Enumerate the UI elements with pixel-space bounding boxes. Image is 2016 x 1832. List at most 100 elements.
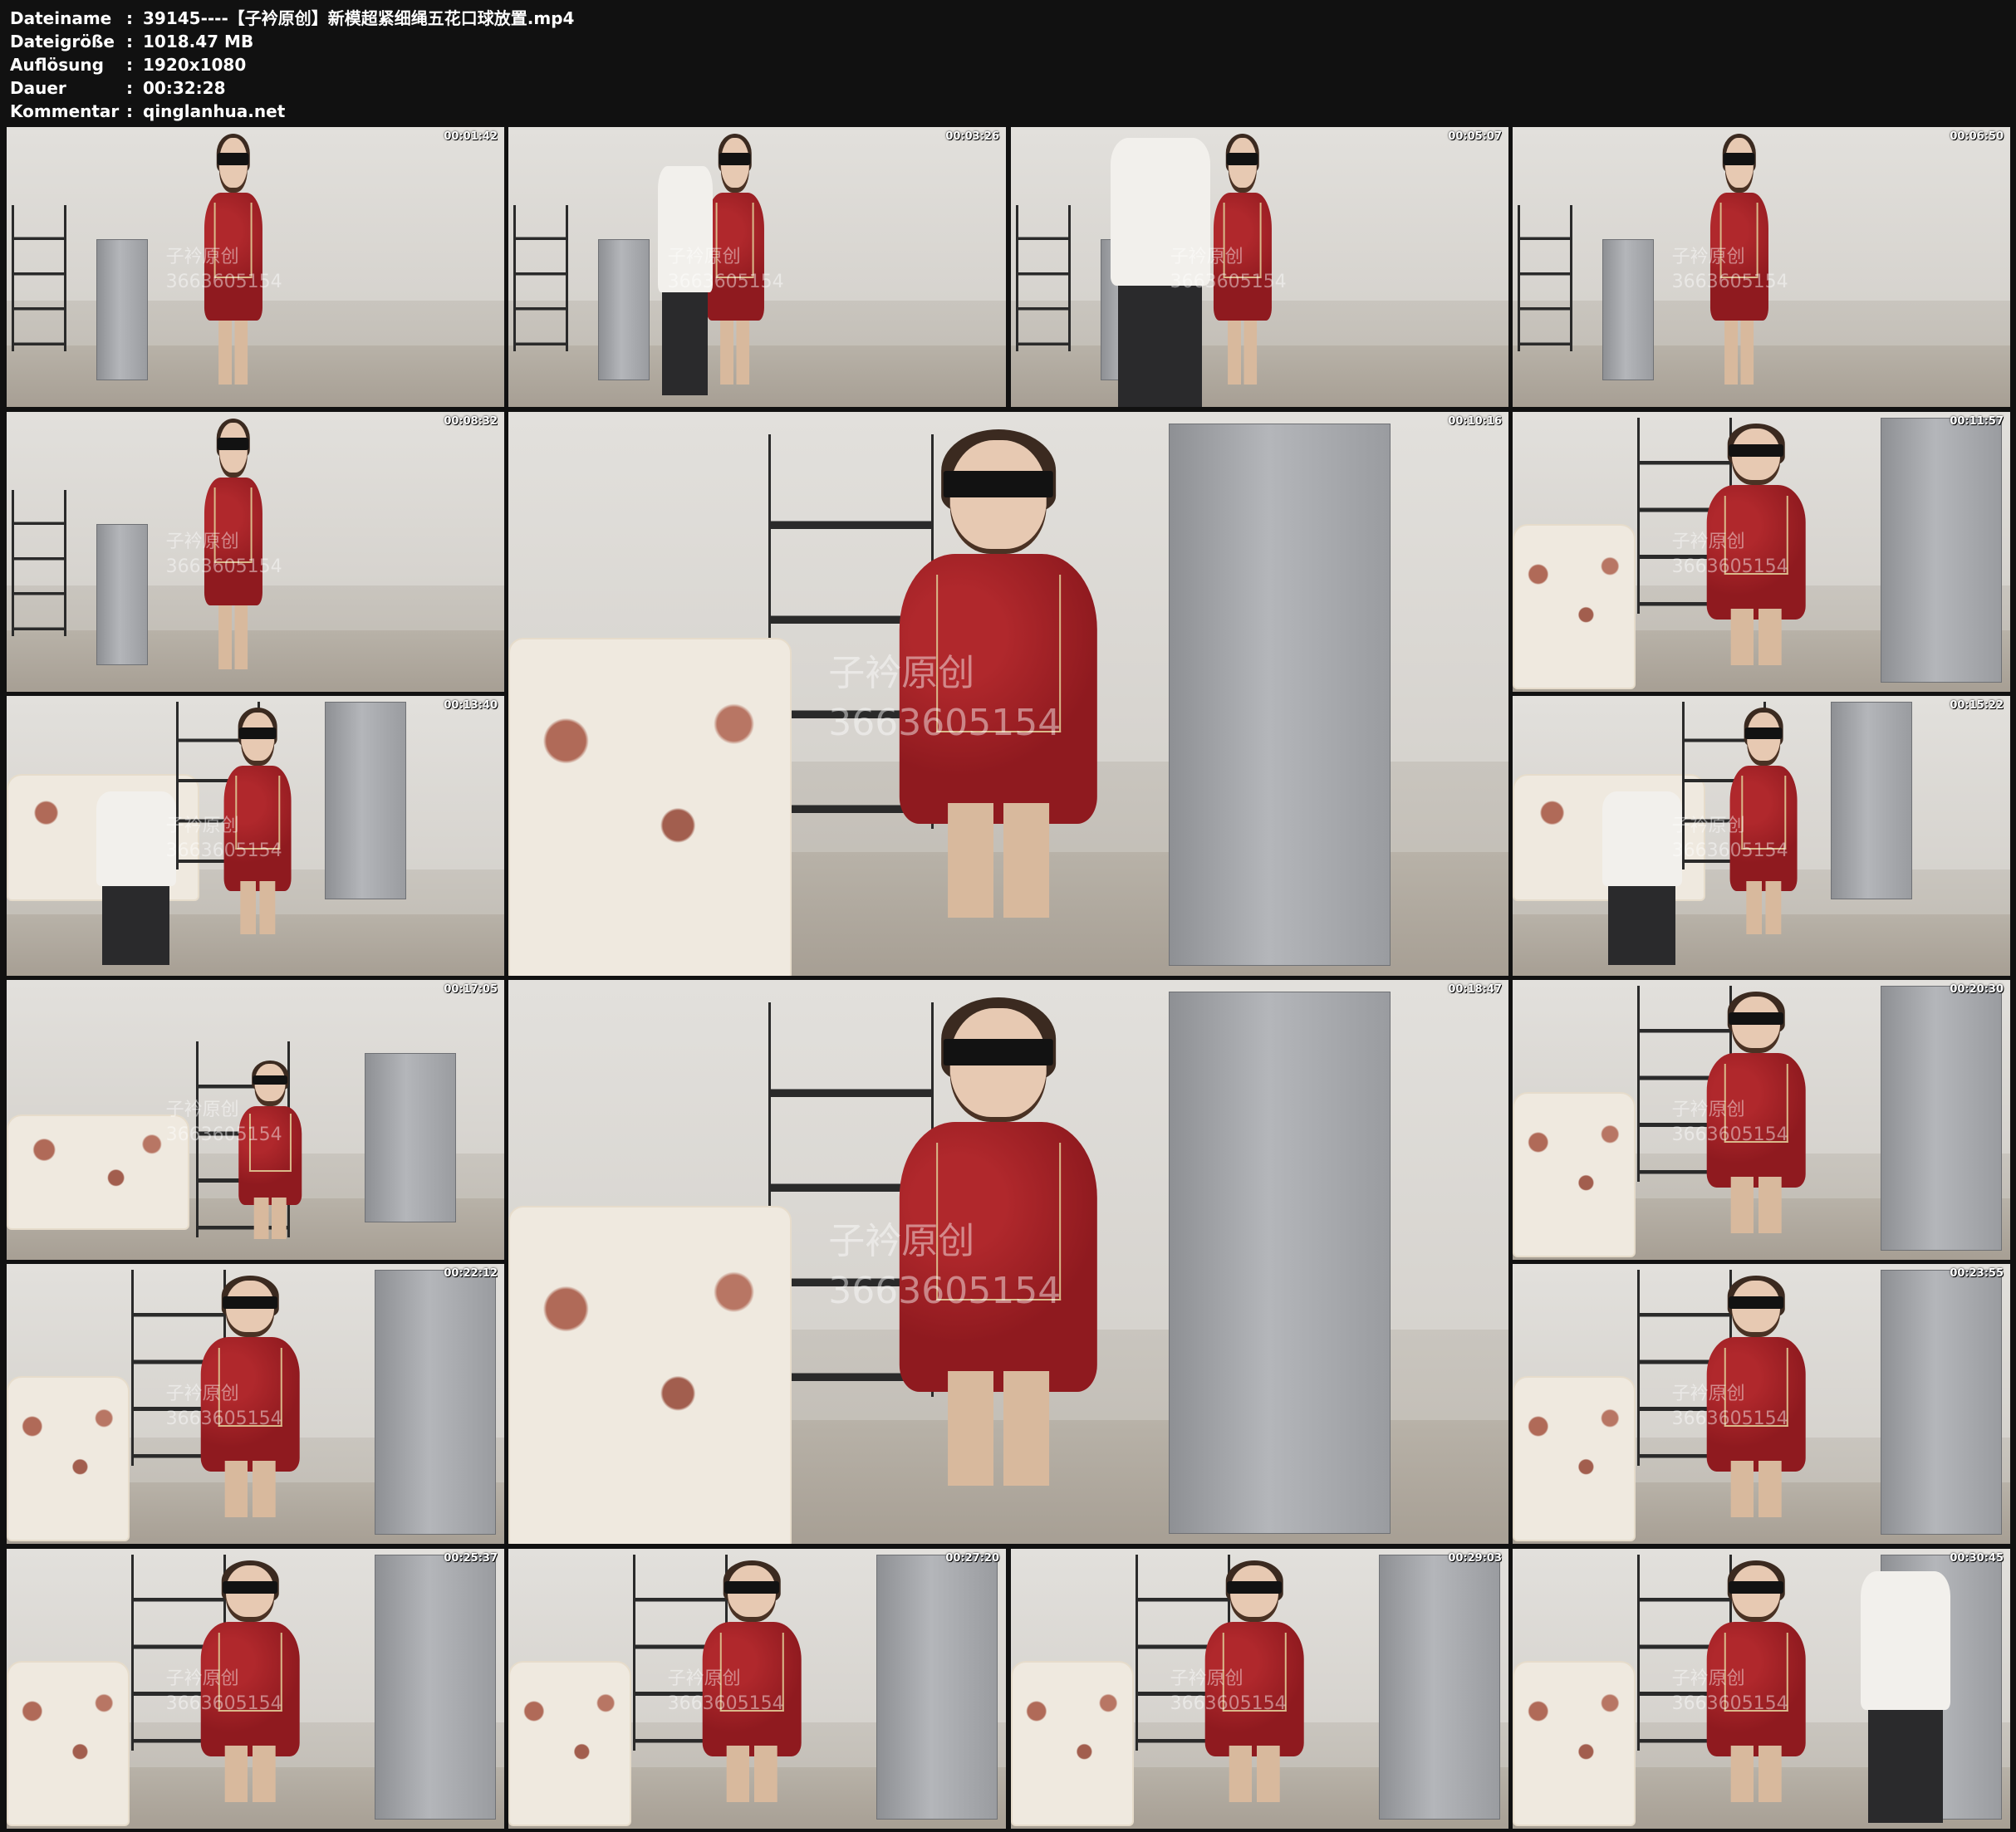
figure-head (728, 1565, 777, 1623)
video-thumbnail: 子衿原创 3663605154 00:18:47 (508, 980, 1508, 1544)
figure-head (1732, 1565, 1781, 1623)
video-thumbnail: 子衿原创 3663605154 00:11:57 (1513, 412, 2010, 692)
figure-mask (223, 1296, 278, 1310)
watermark-line-2: 3663605154 (1671, 840, 1788, 861)
watermark-line-2: 3663605154 (1671, 1692, 1788, 1714)
figure-mask (943, 471, 1054, 497)
figure-mask (1729, 443, 1784, 458)
thumbnail-timestamp: 00:05:07 (1448, 130, 1502, 143)
floral-chair (1513, 1375, 1636, 1542)
refrigerator (597, 238, 650, 381)
figure-head (720, 138, 749, 193)
watermark-line-1: 子衿原创 (165, 1383, 239, 1404)
watermark-line-2: 3663605154 (1170, 271, 1287, 292)
comment-value: qinglanhua.net (143, 101, 286, 121)
refrigerator (1602, 238, 1654, 381)
thumbnail-timestamp: 00:29:03 (1448, 1552, 1502, 1565)
figure-mask (1729, 1296, 1784, 1310)
figure-legs (1731, 1177, 1782, 1234)
figure-legs (719, 320, 750, 385)
watermark: 子衿原创 3663605154 (1672, 530, 1788, 580)
assistant-figure (96, 791, 176, 965)
refrigerator (1168, 423, 1391, 967)
watermark: 子衿原创 3663605154 (166, 1382, 282, 1432)
resolution-label: Auflösung (10, 55, 104, 75)
figure-legs (1731, 609, 1782, 666)
video-thumbnail: 子衿原创 3663605154 00:27:20 (508, 1549, 1006, 1829)
figure-head (218, 423, 248, 478)
shelf-unit (11, 490, 66, 636)
separator: : (126, 55, 133, 75)
watermark: 子衿原创 3663605154 (166, 814, 282, 864)
assistant-figure (1861, 1570, 1951, 1824)
figure-mask (253, 1075, 288, 1085)
assistant-pants (661, 292, 709, 396)
figure-head (218, 138, 248, 193)
watermark-line-1: 子衿原创 (828, 652, 975, 695)
figure-head (1747, 713, 1781, 766)
watermark: 子衿原创 3663605154 (166, 245, 282, 295)
figure-head (241, 713, 275, 766)
refrigerator (375, 1554, 496, 1820)
filesize-value: 1018.47 MB (143, 32, 254, 51)
watermark-line-2: 3663605154 (1671, 1408, 1788, 1429)
figure-legs (218, 320, 248, 385)
thumbnail-timestamp: 00:18:47 (1448, 983, 1502, 996)
thumbnail-timestamp: 00:13:40 (444, 699, 498, 712)
video-thumbnail: 子衿原创 3663605154 00:06:50 (1513, 127, 2010, 407)
duration-value: 00:32:28 (143, 78, 226, 98)
watermark-line-1: 子衿原创 (828, 1220, 975, 1263)
separator: : (126, 32, 133, 51)
watermark: 子衿原创 3663605154 (1672, 1098, 1788, 1148)
thumbnail-timestamp: 00:01:42 (444, 130, 498, 143)
assistant-pants (1608, 886, 1675, 965)
assistant-figure (1602, 791, 1682, 965)
refrigerator (325, 701, 407, 899)
video-thumbnail: 子衿原创 3663605154 00:10:16 (508, 412, 1508, 976)
figure-legs (1731, 1461, 1782, 1518)
figure-mask (239, 727, 277, 740)
duration-label: Dauer (10, 78, 66, 98)
figure-legs (1746, 881, 1782, 934)
video-thumbnail: 子衿原创 3663605154 00:23:55 (1513, 1264, 2010, 1544)
figure-head (226, 1565, 275, 1623)
watermark: 子衿原创 3663605154 (828, 1217, 1061, 1316)
watermark: 子衿原创 3663605154 (1672, 1667, 1788, 1717)
watermark-line-2: 3663605154 (165, 1124, 282, 1145)
figure-head (949, 439, 1047, 555)
figure-mask (943, 1039, 1054, 1065)
video-thumbnail: 子衿原创 3663605154 00:08:32 (7, 412, 504, 692)
figure-mask (1723, 153, 1755, 166)
watermark-line-2: 3663605154 (165, 840, 282, 861)
floral-sofa (7, 1114, 189, 1230)
video-thumbnail: 子衿原创 3663605154 00:30:45 (1513, 1549, 2010, 1829)
separator: : (126, 8, 133, 28)
figure-legs (254, 1197, 287, 1239)
watermark: 子衿原创 3663605154 (668, 1667, 784, 1717)
figure-legs (1724, 320, 1754, 385)
figure-head (949, 1007, 1047, 1123)
watermark-line-2: 3663605154 (165, 556, 282, 577)
figure-head (226, 1281, 275, 1338)
video-thumbnail: 子衿原创 3663605154 00:03:26 (508, 127, 1006, 407)
thumbnail-timestamp: 00:22:12 (444, 1267, 498, 1280)
watermark-line-1: 子衿原创 (1671, 815, 1745, 836)
figure-head (1724, 138, 1754, 193)
watermark: 子衿原创 3663605154 (1170, 245, 1287, 295)
watermark-line-2: 3663605154 (165, 1692, 282, 1714)
watermark-line-2: 3663605154 (828, 702, 1062, 745)
refrigerator (96, 238, 148, 381)
video-thumbnail: 子衿原创 3663605154 00:20:30 (1513, 980, 2010, 1260)
contact-sheet: Dateiname : 39145----【子衿原创】新模超紧细绳五花口球放置.… (0, 0, 2016, 1832)
refrigerator (876, 1554, 998, 1820)
figure-mask (1226, 153, 1258, 166)
video-thumbnail: 子衿原创 3663605154 00:01:42 (7, 127, 504, 407)
refrigerator (1168, 991, 1391, 1535)
filesize-row: Dateigröße : 1018.47 MB (10, 30, 574, 53)
figure-mask (217, 153, 249, 166)
watermark-line-1: 子衿原创 (1671, 1099, 1745, 1120)
thumbnail-timestamp: 00:20:30 (1950, 983, 2004, 996)
floral-chair (508, 637, 792, 976)
refrigerator (375, 1269, 496, 1535)
watermark-line-1: 子衿原创 (165, 815, 239, 836)
